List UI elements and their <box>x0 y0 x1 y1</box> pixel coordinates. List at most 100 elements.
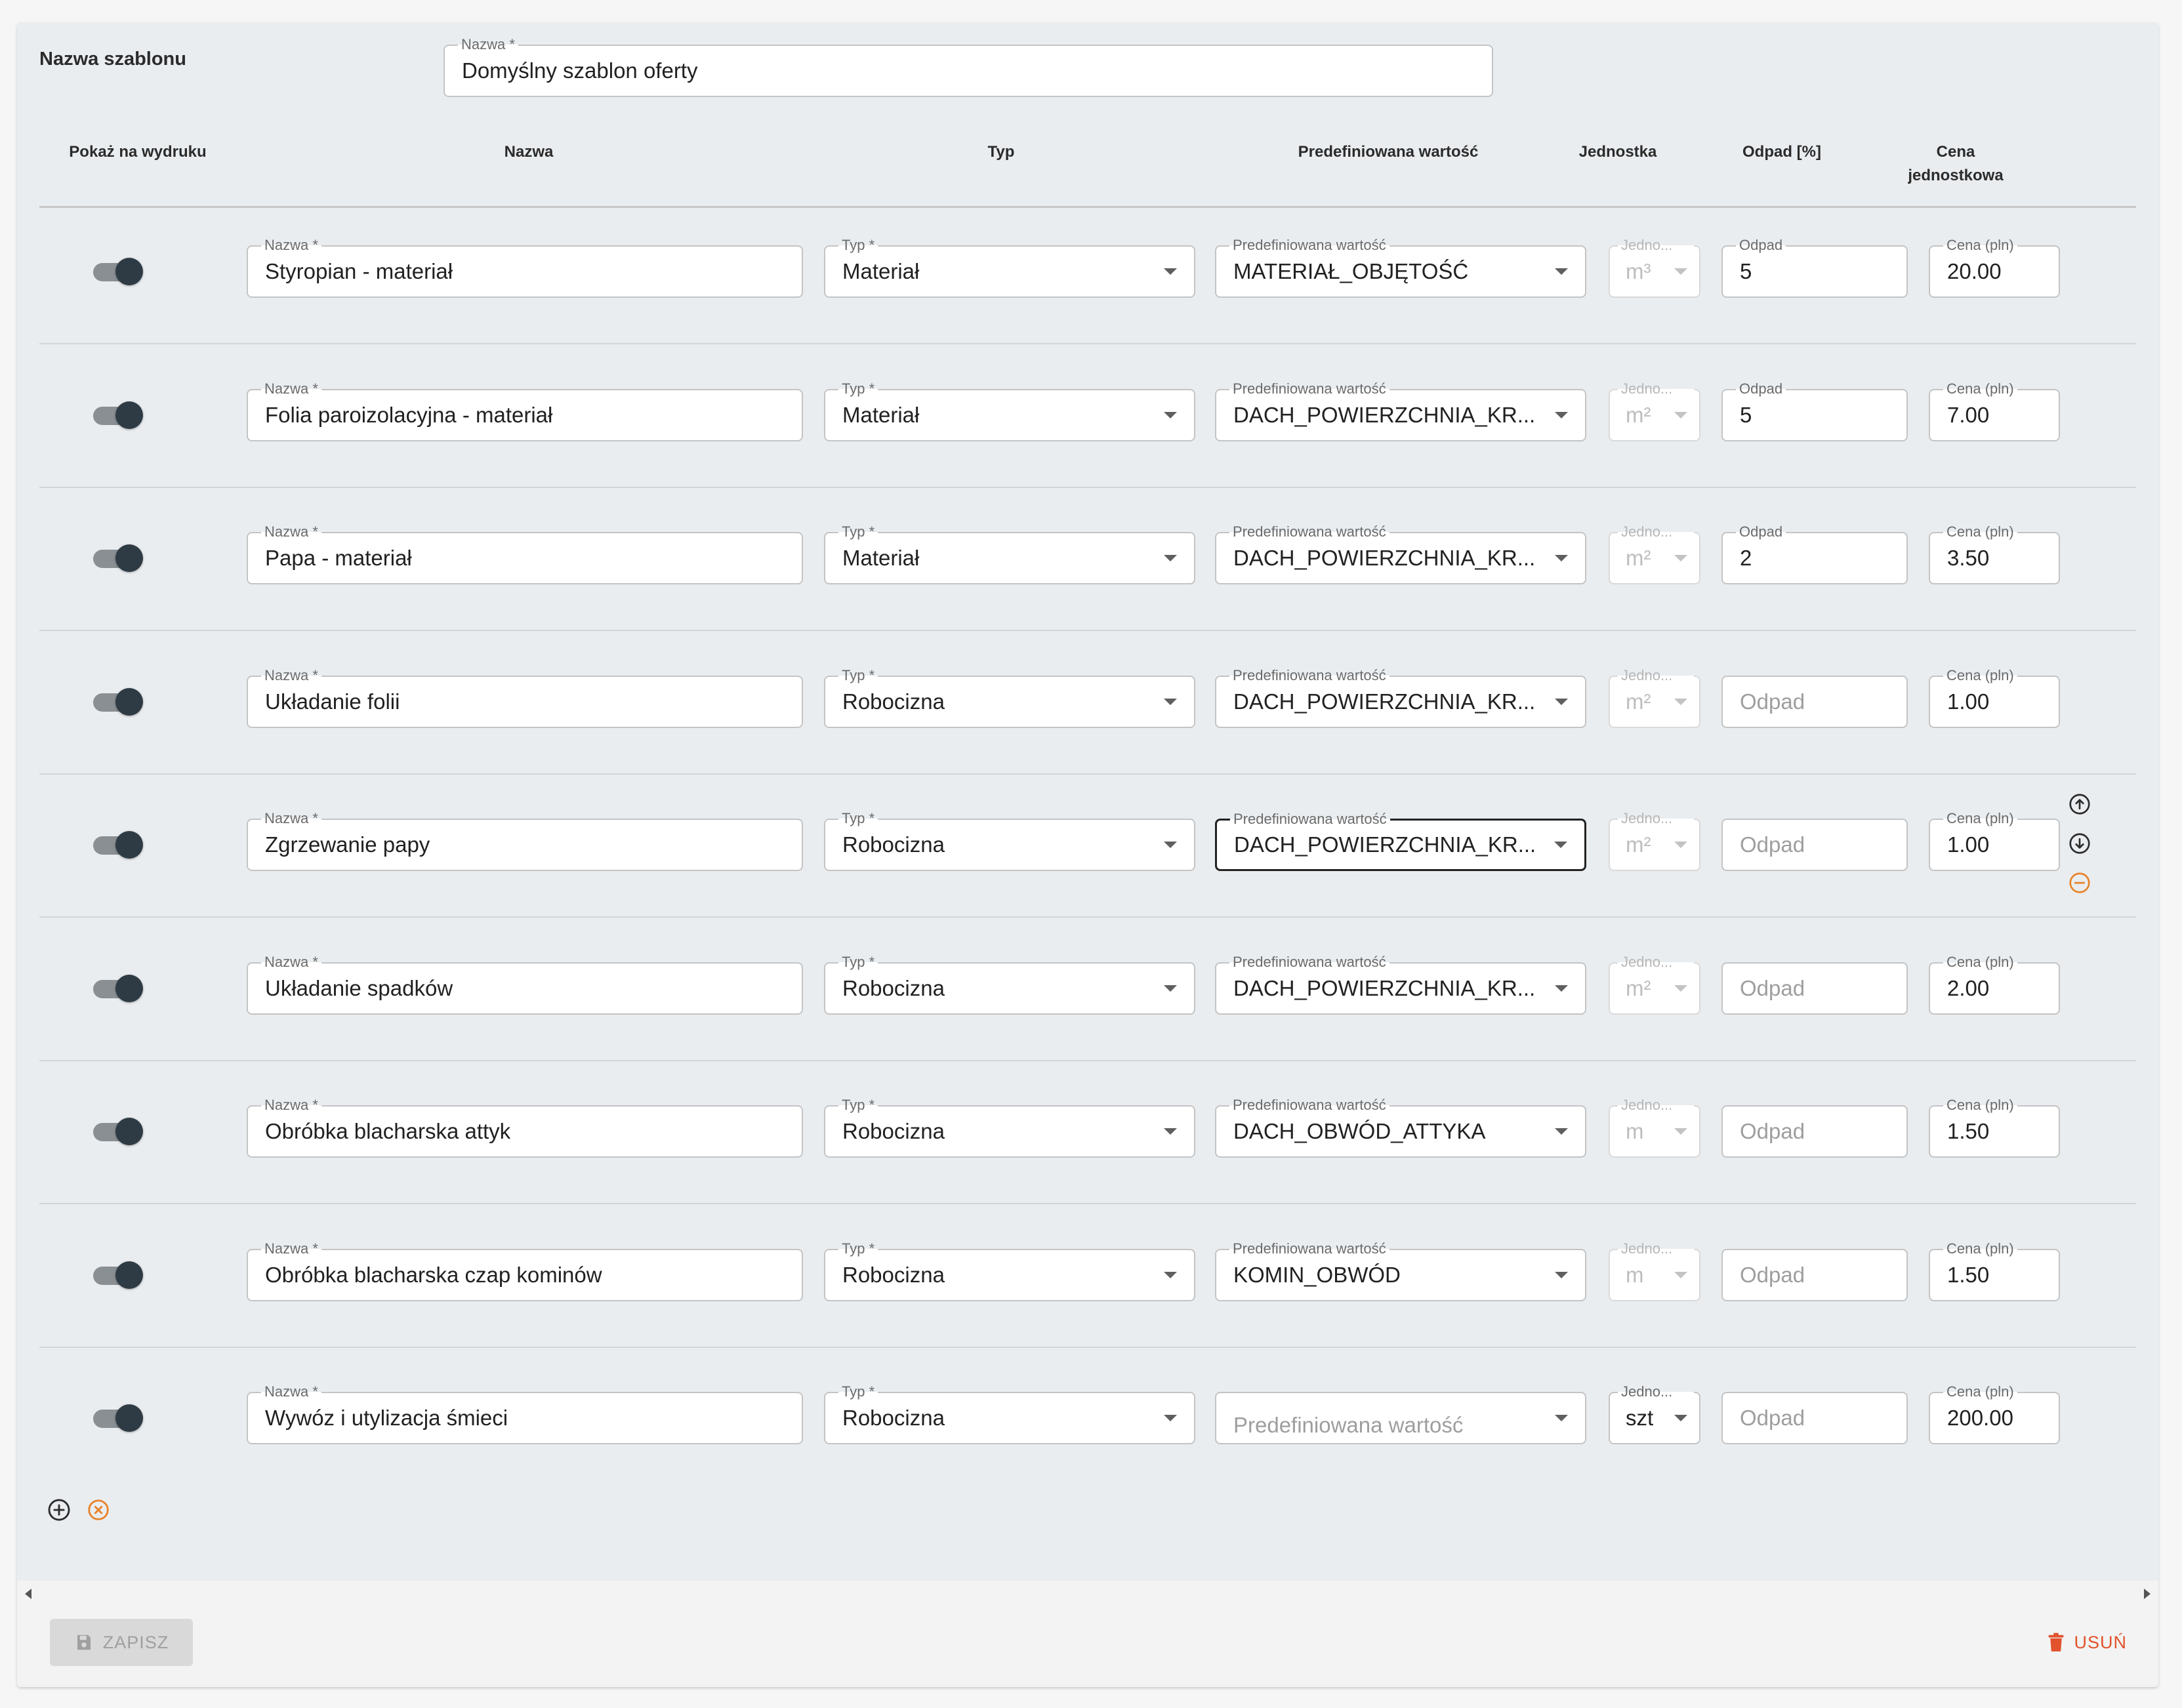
waste-value[interactable]: 5 <box>1740 390 1893 440</box>
unit-price-field[interactable]: Cena (pln) 1.00 <box>1929 810 2060 871</box>
item-type-select[interactable]: Typ * Robocizna <box>824 667 1195 728</box>
unit-select[interactable]: Jedno... m² <box>1609 954 1700 1015</box>
item-name-value[interactable]: Obróbka blacharska attyk <box>265 1107 789 1156</box>
unit-price-value[interactable]: 2.00 <box>1947 964 2046 1013</box>
item-name-field[interactable]: Nazwa * Wywóz i utylizacja śmieci <box>247 1383 803 1444</box>
item-name-value[interactable]: Układanie spadków <box>265 964 789 1013</box>
predefined-value-select[interactable]: Predefiniowana wartość DACH_OBWÓD_ATTYKA <box>1215 1097 1586 1158</box>
show-on-print-toggle[interactable] <box>92 1260 144 1290</box>
show-on-print-toggle[interactable] <box>92 1403 144 1433</box>
item-type-select[interactable]: Typ * Materiał <box>824 237 1195 298</box>
unit-price-field[interactable]: Cena (pln) 1.00 <box>1929 667 2060 728</box>
unit-price-value[interactable]: 200.00 <box>1947 1393 2046 1443</box>
template-name-value[interactable]: Domyślny szablon oferty <box>462 46 1479 96</box>
item-name-value[interactable]: Papa - materiał <box>265 533 789 583</box>
predefined-value-select[interactable]: Predefiniowana wartość DACH_POWIERZCHNIA… <box>1215 954 1586 1015</box>
show-on-print-toggle[interactable] <box>92 687 144 717</box>
waste-field[interactable]: Odpad 5 <box>1721 380 1908 441</box>
waste-placeholder[interactable]: Odpad <box>1740 964 1893 1013</box>
waste-field[interactable]: Odpad 2 <box>1721 523 1908 584</box>
unit-select[interactable]: Jedno... szt <box>1609 1383 1700 1444</box>
predefined-value-select[interactable]: Predefiniowana wartość DACH_POWIERZCHNIA… <box>1215 380 1586 441</box>
move-down-button[interactable] <box>2067 830 2093 857</box>
waste-value[interactable]: 2 <box>1740 533 1893 583</box>
show-on-print-toggle[interactable] <box>92 830 144 860</box>
delete-button[interactable]: USUŃ <box>2048 1623 2127 1662</box>
waste-field[interactable]: Odpad <box>1721 962 1908 1015</box>
remove-row-button[interactable] <box>2067 870 2093 896</box>
item-name-value[interactable]: Zgrzewanie papy <box>265 820 789 870</box>
item-name-field[interactable]: Nazwa * Folia paroizolacyjna - materiał <box>247 380 803 441</box>
waste-placeholder[interactable]: Odpad <box>1740 1107 1893 1156</box>
waste-field[interactable]: Odpad <box>1721 1105 1908 1158</box>
item-name-value[interactable]: Wywóz i utylizacja śmieci <box>265 1393 789 1443</box>
unit-price-value[interactable]: 1.00 <box>1947 820 2046 870</box>
unit-select[interactable]: Jedno... m³ <box>1609 237 1700 298</box>
move-up-button[interactable] <box>2067 791 2093 817</box>
unit-price-value[interactable]: 1.50 <box>1947 1107 2046 1156</box>
item-type-select[interactable]: Typ * Robocizna <box>824 810 1195 871</box>
waste-field[interactable]: Odpad 5 <box>1721 237 1908 298</box>
item-name-field[interactable]: Nazwa * Obróbka blacharska attyk <box>247 1097 803 1158</box>
show-on-print-toggle[interactable] <box>92 256 144 287</box>
template-name-field[interactable]: Nazwa * Domyślny szablon oferty <box>443 36 1493 97</box>
unit-select[interactable]: Jedno... m <box>1609 1097 1700 1158</box>
waste-placeholder[interactable]: Odpad <box>1740 1393 1893 1443</box>
item-type-select[interactable]: Typ * Robocizna <box>824 1383 1195 1444</box>
unit-price-value[interactable]: 1.50 <box>1947 1250 2046 1300</box>
waste-placeholder[interactable]: Odpad <box>1740 677 1893 727</box>
item-type-select[interactable]: Typ * Materiał <box>824 380 1195 441</box>
unit-price-value[interactable]: 1.00 <box>1947 677 2046 727</box>
unit-select[interactable]: Jedno... m² <box>1609 667 1700 728</box>
predefined-value-select[interactable]: Predefiniowana wartość <box>1215 1392 1586 1444</box>
predefined-value-select[interactable]: Predefiniowana wartość MATERIAŁ_OBJĘTOŚĆ <box>1215 237 1586 298</box>
predefined-value-select[interactable]: Predefiniowana wartość DACH_POWIERZCHNIA… <box>1215 667 1586 728</box>
waste-field[interactable]: Odpad <box>1721 1249 1908 1301</box>
save-button[interactable]: ZAPISZ <box>50 1619 193 1666</box>
clear-rows-button[interactable] <box>85 1497 112 1523</box>
item-type-select[interactable]: Typ * Robocizna <box>824 1240 1195 1301</box>
show-on-print-toggle[interactable] <box>92 400 144 430</box>
show-on-print-toggle[interactable] <box>92 973 144 1004</box>
item-name-field[interactable]: Nazwa * Papa - materiał <box>247 523 803 584</box>
unit-price-field[interactable]: Cena (pln) 3.50 <box>1929 523 2060 584</box>
unit-price-field[interactable]: Cena (pln) 1.50 <box>1929 1097 2060 1158</box>
unit-price-field[interactable]: Cena (pln) 2.00 <box>1929 954 2060 1015</box>
item-name-field[interactable]: Nazwa * Obróbka blacharska czap kominów <box>247 1240 803 1301</box>
add-row-button[interactable] <box>46 1497 72 1523</box>
waste-field[interactable]: Odpad <box>1721 1392 1908 1444</box>
unit-price-value[interactable]: 7.00 <box>1947 390 2046 440</box>
item-name-value[interactable]: Folia paroizolacyjna - materiał <box>265 390 789 440</box>
unit-price-field[interactable]: Cena (pln) 1.50 <box>1929 1240 2060 1301</box>
item-name-field[interactable]: Nazwa * Zgrzewanie papy <box>247 810 803 871</box>
item-name-field[interactable]: Nazwa * Styropian - materiał <box>247 237 803 298</box>
item-name-value[interactable]: Styropian - materiał <box>265 247 789 296</box>
item-name-field[interactable]: Nazwa * Układanie spadków <box>247 954 803 1015</box>
horizontal-scrollbar[interactable] <box>17 1581 2158 1607</box>
predefined-value-select[interactable]: Predefiniowana wartość KOMIN_OBWÓD <box>1215 1240 1586 1301</box>
unit-price-field[interactable]: Cena (pln) 20.00 <box>1929 237 2060 298</box>
unit-price-value[interactable]: 20.00 <box>1947 247 2046 296</box>
unit-price-field[interactable]: Cena (pln) 7.00 <box>1929 380 2060 441</box>
item-name-value[interactable]: Układanie folii <box>265 677 789 727</box>
unit-select[interactable]: Jedno... m² <box>1609 380 1700 441</box>
item-name-value[interactable]: Obróbka blacharska czap kominów <box>265 1250 789 1300</box>
item-name-field[interactable]: Nazwa * Układanie folii <box>247 667 803 728</box>
unit-price-value[interactable]: 3.50 <box>1947 533 2046 583</box>
unit-select[interactable]: Jedno... m² <box>1609 523 1700 584</box>
unit-price-field[interactable]: Cena (pln) 200.00 <box>1929 1383 2060 1444</box>
unit-select[interactable]: Jedno... m² <box>1609 810 1700 871</box>
predefined-value-select[interactable]: Predefiniowana wartość DACH_POWIERZCHNIA… <box>1215 811 1586 871</box>
waste-placeholder[interactable]: Odpad <box>1740 1250 1893 1300</box>
predefined-value-select[interactable]: Predefiniowana wartość DACH_POWIERZCHNIA… <box>1215 523 1586 584</box>
unit-select[interactable]: Jedno... m <box>1609 1240 1700 1301</box>
waste-placeholder[interactable]: Odpad <box>1740 820 1893 870</box>
waste-field[interactable]: Odpad <box>1721 676 1908 728</box>
waste-field[interactable]: Odpad <box>1721 819 1908 871</box>
waste-value[interactable]: 5 <box>1740 247 1893 296</box>
scroll-right-arrow-icon[interactable] <box>2144 1589 2151 1599</box>
item-type-select[interactable]: Typ * Robocizna <box>824 954 1195 1015</box>
show-on-print-toggle[interactable] <box>92 543 144 573</box>
show-on-print-toggle[interactable] <box>92 1116 144 1147</box>
item-type-select[interactable]: Typ * Materiał <box>824 523 1195 584</box>
